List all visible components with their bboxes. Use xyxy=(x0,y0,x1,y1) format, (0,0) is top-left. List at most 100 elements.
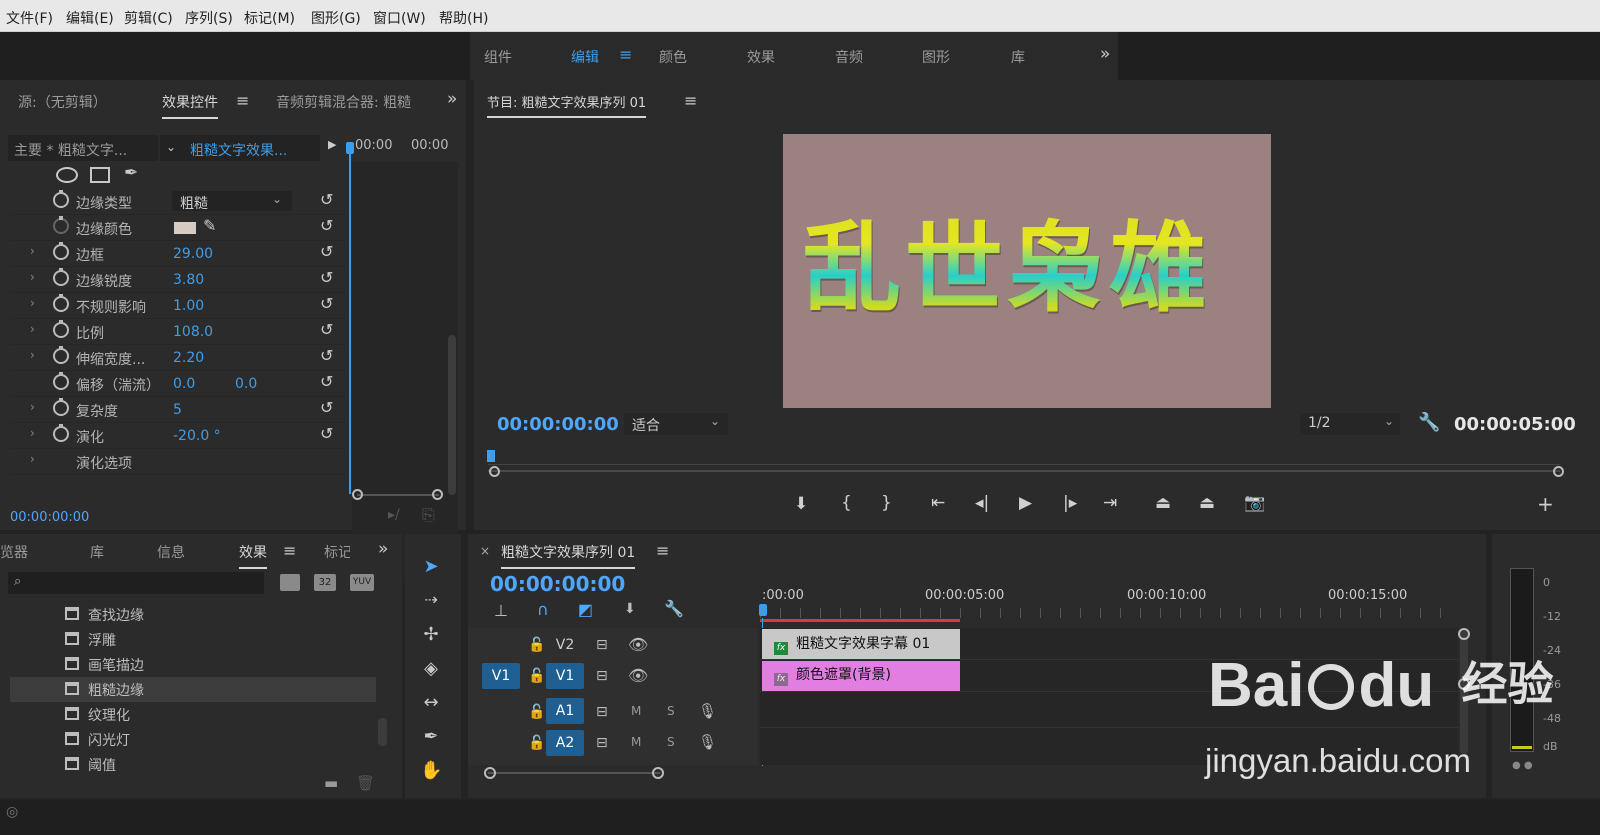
reset-icon[interactable]: ↺ xyxy=(320,268,333,287)
pen-tool-icon[interactable]: ✒ xyxy=(420,726,442,748)
playhead-line[interactable] xyxy=(349,142,351,494)
stopwatch-icon[interactable] xyxy=(53,398,69,416)
track-v1-toggle[interactable]: V1 xyxy=(546,663,584,689)
list-item-selected[interactable]: 粗糙边缘 xyxy=(10,677,376,702)
program-title[interactable]: 节目: 粗糙文字效果序列 01 xyxy=(487,92,647,118)
tab-libraries[interactable]: 库 xyxy=(90,542,104,562)
panel-menu-icon[interactable]: ≡ xyxy=(283,541,296,560)
lock-icon[interactable]: 🔓 xyxy=(528,637,545,653)
menu-help[interactable]: 帮助(H) xyxy=(439,8,488,28)
eye-icon[interactable]: 👁 xyxy=(628,666,648,685)
param-value[interactable]: 29.00 xyxy=(173,246,213,262)
stopwatch-icon[interactable] xyxy=(53,268,69,286)
effects-search-input[interactable]: ⌕ xyxy=(8,572,264,594)
workspace-overflow-icon[interactable]: » xyxy=(1100,44,1110,64)
add-marker-icon[interactable]: ⬇ xyxy=(794,494,808,514)
panel-menu-icon[interactable]: ≡ xyxy=(656,541,669,560)
snap-nest-icon[interactable]: ⊥ xyxy=(494,601,508,620)
lock-icon[interactable]: 🔓 xyxy=(528,668,545,684)
menu-window[interactable]: 窗口(W) xyxy=(373,8,426,28)
track-v2-toggle[interactable]: V2 xyxy=(546,632,584,658)
resolution-dropdown[interactable]: 1/2 ⌄ xyxy=(1300,413,1400,435)
linked-selection-icon[interactable]: ◩ xyxy=(578,600,593,619)
edge-type-dropdown[interactable]: 粗糙 ⌄ xyxy=(172,191,292,212)
ripple-edit-tool-icon[interactable]: ✢ xyxy=(420,624,442,646)
tab-effect-controls[interactable]: 效果控件 xyxy=(162,92,218,119)
master-clip-selector[interactable]: 主要 * 粗糙文字... xyxy=(8,135,158,161)
go-to-in-icon[interactable]: ⇤ xyxy=(931,493,945,513)
chevron-right-icon[interactable]: › xyxy=(30,322,35,336)
hand-tool-icon[interactable]: ✋ xyxy=(420,760,442,782)
chevron-right-icon[interactable]: › xyxy=(30,400,35,414)
mark-in-icon[interactable]: { xyxy=(841,493,852,513)
timeline-timecode[interactable]: 00:00:00:00 xyxy=(490,572,625,596)
menu-edit[interactable]: 编辑(E) xyxy=(66,8,114,28)
play-triangle-icon[interactable]: ▶ xyxy=(328,138,336,151)
reset-icon[interactable]: ↺ xyxy=(320,346,333,365)
menu-clip[interactable]: 剪辑(C) xyxy=(124,8,173,28)
sync-lock-icon[interactable]: ⊟ xyxy=(596,735,608,751)
menu-sequence[interactable]: 序列(S) xyxy=(185,8,233,28)
clip-color-matte[interactable]: fx 颜色遮罩(背景) xyxy=(762,661,960,691)
mute-button[interactable]: M xyxy=(631,735,641,749)
zoom-handle-left[interactable] xyxy=(352,489,363,500)
solo-button[interactable]: S xyxy=(667,704,675,718)
chevron-right-icon[interactable]: › xyxy=(30,426,35,440)
param-value[interactable]: 3.80 xyxy=(173,272,204,288)
vscroll-handle-top[interactable] xyxy=(1458,628,1470,640)
chevron-right-icon[interactable]: › xyxy=(30,244,35,258)
new-folder-icon[interactable]: ▬ xyxy=(324,774,338,792)
timeline-title[interactable]: 粗糙文字效果序列 01 xyxy=(501,542,636,569)
stopwatch-icon[interactable] xyxy=(53,242,69,260)
magnet-icon[interactable]: ∩ xyxy=(537,600,549,619)
timeline-playhead[interactable] xyxy=(759,604,767,616)
video-preview[interactable]: 乱世枭雄 xyxy=(783,134,1271,408)
reset-icon[interactable]: ↺ xyxy=(320,216,333,235)
extract-icon[interactable]: ⏏ xyxy=(1199,493,1215,513)
workspace-effects[interactable]: 效果 xyxy=(747,47,775,67)
clip-title[interactable]: fx 粗糙文字效果字幕 01 xyxy=(762,629,960,659)
vertical-scrollbar[interactable] xyxy=(448,335,456,495)
32bit-effects-icon[interactable]: 32 xyxy=(314,574,336,591)
clip-selector[interactable]: ⌄ 粗糙文字效果... xyxy=(160,135,320,161)
zoom-handle-left[interactable] xyxy=(484,767,496,779)
workspace-menu-icon[interactable]: ≡ xyxy=(619,45,632,64)
effect-controls-timecode[interactable]: 00:00:00:00 xyxy=(10,510,89,525)
filter-icon[interactable]: ▸/ xyxy=(388,507,400,523)
playhead-handle[interactable] xyxy=(346,142,354,154)
tab-browser[interactable]: 览器 xyxy=(0,542,28,562)
camera-icon[interactable]: 📷 xyxy=(1244,493,1265,513)
program-playhead[interactable] xyxy=(487,450,495,462)
panel-overflow-icon[interactable]: » xyxy=(378,539,388,559)
reset-icon[interactable]: ↺ xyxy=(320,190,333,209)
workspace-color[interactable]: 颜色 xyxy=(659,47,687,67)
scroll-handle-right[interactable] xyxy=(1553,466,1564,477)
mute-button[interactable]: M xyxy=(631,704,641,718)
accelerated-effects-icon[interactable] xyxy=(280,574,300,591)
add-button-icon[interactable]: + xyxy=(1537,492,1554,516)
pen-mask-icon[interactable]: ✒ xyxy=(124,163,138,183)
work-area-bar[interactable] xyxy=(760,619,960,622)
add-marker-icon[interactable]: ⬇ xyxy=(624,601,636,617)
rectangle-mask-icon[interactable] xyxy=(90,167,110,183)
yuv-effects-icon[interactable]: YUV xyxy=(350,574,374,591)
menu-marker[interactable]: 标记(M) xyxy=(244,8,295,28)
close-icon[interactable]: × xyxy=(480,544,490,558)
source-patch-v1[interactable]: V1 xyxy=(482,663,520,689)
timeline-zoom-scrollbar[interactable] xyxy=(488,772,660,774)
lock-icon[interactable]: 🔓 xyxy=(528,704,545,720)
solo-button[interactable]: S xyxy=(667,735,675,749)
zoom-handle-right[interactable] xyxy=(432,489,443,500)
stopwatch-icon[interactable] xyxy=(53,190,69,208)
list-item[interactable]: 纹理化 xyxy=(10,702,376,727)
workspace-graphics[interactable]: 图形 xyxy=(922,47,950,67)
tab-effects[interactable]: 效果 xyxy=(239,542,267,569)
panel-menu-icon[interactable]: ≡ xyxy=(236,91,249,110)
param-value[interactable]: 1.00 xyxy=(173,298,204,314)
selection-tool-icon[interactable]: ➤ xyxy=(420,556,442,578)
stopwatch-icon[interactable] xyxy=(53,320,69,338)
solo-dots-icon[interactable]: ● ● xyxy=(1512,760,1533,771)
sync-lock-icon[interactable]: ⊟ xyxy=(596,637,608,653)
stopwatch-icon[interactable] xyxy=(53,424,69,442)
tab-source[interactable]: 源:（无剪辑） xyxy=(18,92,107,112)
